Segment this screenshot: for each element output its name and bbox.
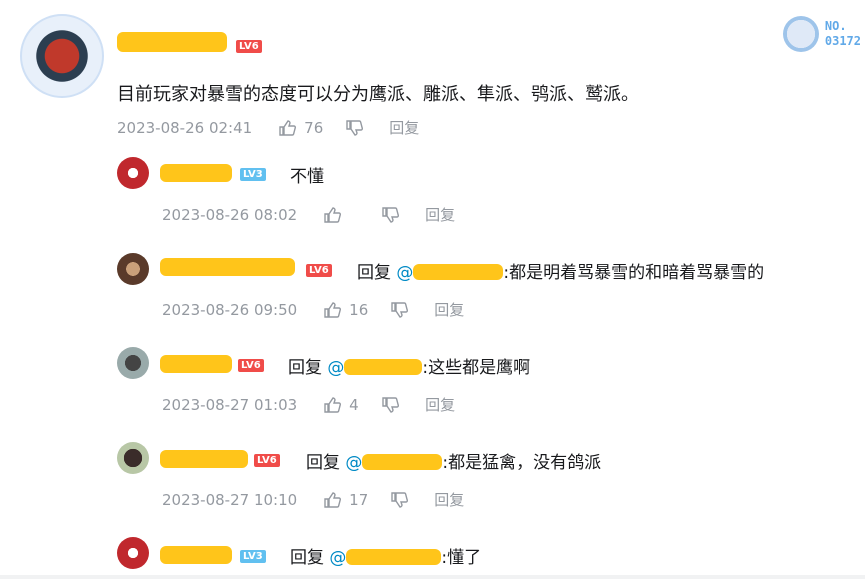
reply-time: 2023-08-26 09:50 — [162, 300, 298, 319]
dislike-icon[interactable] — [390, 301, 409, 319]
main-username-redacted[interactable] — [117, 32, 227, 52]
like-icon[interactable] — [323, 396, 342, 414]
reply-prefix: 回复 — [290, 548, 330, 568]
like-count: 17 — [349, 490, 369, 509]
fan-badge-avatar — [782, 16, 819, 52]
mention-redacted[interactable] — [362, 454, 443, 470]
dislike-icon[interactable] — [390, 491, 409, 509]
reply-avatar[interactable] — [117, 442, 149, 474]
reply-meta: 2023-08-27 10:10 17 回复 — [162, 489, 464, 510]
fan-badge-number: 03172 — [824, 34, 861, 48]
main-comment-text: 目前玩家对暴雪的态度可以分为鹰派、雕派、隼派、鸮派、鹫派。 — [117, 84, 639, 105]
reply-time: 2023-08-27 10:10 — [162, 490, 298, 509]
reply-level-badge: LV3 — [240, 550, 266, 563]
reply-text: 回复 @ :懂了 — [290, 543, 481, 568]
reply-level-badge: LV6 — [254, 454, 280, 467]
dislike-icon[interactable] — [381, 396, 400, 414]
reply-level-badge: LV6 — [306, 264, 332, 277]
like-icon[interactable] — [323, 491, 342, 509]
reply-username-redacted[interactable] — [160, 258, 295, 276]
fan-badge-label: NO. — [824, 19, 847, 33]
mention-link[interactable]: @ — [345, 453, 362, 473]
dislike-icon[interactable] — [381, 206, 400, 224]
reply-button[interactable]: 回复 — [425, 204, 455, 225]
reply-button[interactable]: 回复 — [434, 299, 464, 320]
reply-meta: 2023-08-26 08:02 回复 — [162, 204, 455, 225]
reply-prefix: 回复 — [306, 453, 346, 473]
reply-username-redacted[interactable] — [160, 355, 232, 373]
reply-body: 不懂 — [290, 167, 324, 187]
reply-level-badge: LV3 — [240, 168, 266, 181]
reply-text: 回复 @ :都是明着骂暴雪的和暗着骂暴雪的 — [357, 258, 764, 283]
like-count: 4 — [349, 395, 359, 414]
reply-avatar[interactable] — [117, 253, 149, 285]
mention-redacted[interactable] — [346, 549, 442, 565]
reply-username-redacted[interactable] — [160, 164, 232, 182]
reply-time: 2023-08-26 08:02 — [162, 205, 298, 224]
reply-time: 2023-08-27 01:03 — [162, 395, 298, 414]
reply-prefix: 回复 — [288, 358, 328, 378]
reply-avatar[interactable] — [117, 537, 149, 569]
like-count: 76 — [304, 118, 324, 137]
reply-body: :都是明着骂暴雪的和暗着骂暴雪的 — [503, 263, 765, 283]
reply-meta: 2023-08-26 09:50 16 回复 — [162, 299, 464, 320]
reply-text: 不懂 — [290, 162, 324, 187]
fan-number-badge[interactable]: NO. 03172 — [782, 16, 861, 52]
dislike-icon[interactable] — [345, 119, 364, 137]
reply-body: :懂了 — [441, 548, 482, 568]
like-count: 16 — [349, 300, 369, 319]
reply-avatar[interactable] — [117, 347, 149, 379]
mention-link[interactable]: @ — [396, 263, 413, 283]
bottom-divider — [0, 575, 865, 579]
main-level-badge: LV6 — [236, 40, 262, 53]
reply-body: :这些都是鹰啊 — [422, 358, 531, 378]
reply-username-redacted[interactable] — [160, 546, 232, 564]
reply-button[interactable]: 回复 — [425, 394, 455, 415]
reply-prefix: 回复 — [357, 263, 397, 283]
mention-redacted[interactable] — [344, 359, 423, 375]
reply-level-badge: LV6 — [238, 359, 264, 372]
reply-button[interactable]: 回复 — [434, 489, 464, 510]
like-icon[interactable] — [323, 206, 342, 224]
reply-meta: 2023-08-27 01:03 4 回复 — [162, 394, 455, 415]
reply-username-redacted[interactable] — [160, 450, 248, 468]
main-comment-meta: 2023-08-26 02:41 76 回复 — [117, 117, 419, 138]
like-icon[interactable] — [323, 301, 342, 319]
mention-redacted[interactable] — [413, 264, 504, 280]
reply-button[interactable]: 回复 — [389, 117, 419, 138]
reply-body: :都是猛禽，没有鸽派 — [442, 453, 602, 473]
comment-time: 2023-08-26 02:41 — [117, 118, 253, 137]
like-icon[interactable] — [278, 119, 297, 137]
mention-link[interactable]: @ — [327, 358, 344, 378]
reply-avatar[interactable] — [117, 157, 149, 189]
reply-text: 回复 @ :都是猛禽，没有鸽派 — [306, 448, 601, 473]
mention-link[interactable]: @ — [329, 548, 346, 568]
main-avatar[interactable] — [20, 14, 104, 98]
reply-text: 回复 @ :这些都是鹰啊 — [288, 353, 530, 378]
